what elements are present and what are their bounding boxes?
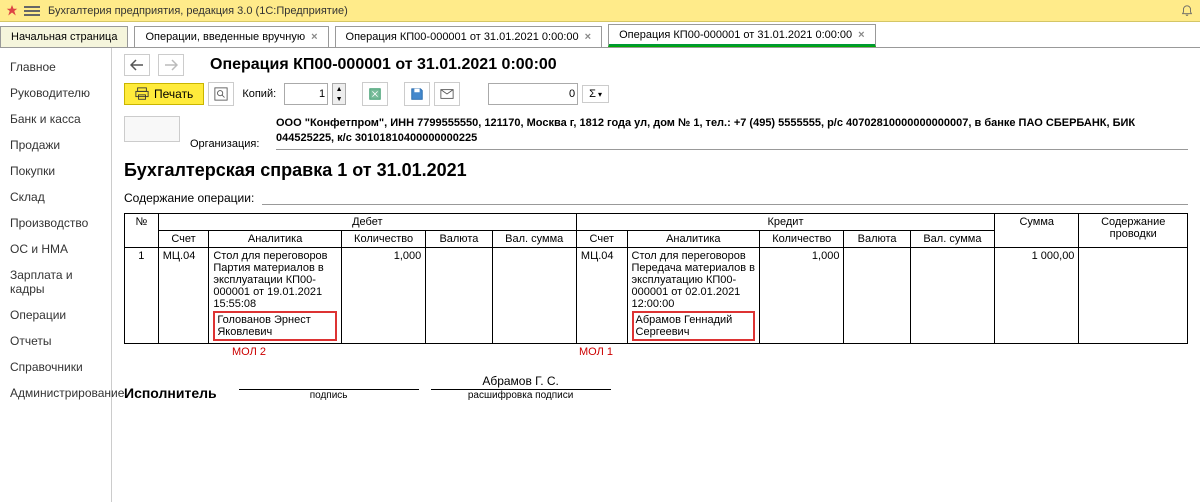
cell-c-qty: 1,000 — [760, 247, 844, 343]
cell-sum: 1 000,00 — [995, 247, 1079, 343]
close-icon[interactable]: × — [311, 31, 317, 43]
sidebar-item-admin[interactable]: Администрирование — [0, 380, 111, 406]
col-d-valsum: Вал. сумма — [492, 230, 576, 247]
sidebar-item-reports[interactable]: Отчеты — [0, 328, 111, 354]
cell-d-currency — [426, 247, 492, 343]
content-value-line — [262, 191, 1188, 205]
col-credit: Кредит — [576, 213, 994, 230]
app-title: Бухгалтерия предприятия, редакция 3.0 (1… — [48, 5, 348, 17]
org-value: ООО "Конфетпром", ИНН 7799555550, 121170… — [276, 116, 1188, 150]
cell-d-acct: МЦ.04 — [158, 247, 209, 343]
cell-c-acct: МЦ.04 — [576, 247, 627, 343]
col-d-qty: Количество — [341, 230, 425, 247]
spin-down-icon[interactable]: ▼ — [333, 94, 345, 104]
close-icon[interactable]: × — [585, 31, 591, 43]
tab-operations-manual[interactable]: Операции, введенные вручную × — [134, 26, 328, 47]
table-row[interactable]: 1 МЦ.04 Стол для переговоров Партия мате… — [125, 247, 1188, 343]
tab-operation-1[interactable]: Операция КП00-000001 от 31.01.2021 0:00:… — [335, 26, 603, 47]
preview-button[interactable] — [208, 82, 234, 106]
tabbar: Начальная страница Операции, введенные в… — [0, 22, 1200, 48]
sidebar-item-directories[interactable]: Справочники — [0, 354, 111, 380]
entries-table: № Дебет Кредит Сумма Содержание проводки… — [124, 213, 1188, 344]
email-button[interactable] — [434, 82, 460, 106]
content-field: Содержание операции: — [124, 191, 1188, 205]
col-content: Содержание проводки — [1079, 213, 1188, 247]
sidebar-item-warehouse[interactable]: Склад — [0, 184, 111, 210]
sigma-button[interactable]: Σ ▾ — [582, 85, 609, 103]
signature-caption: подпись — [239, 390, 419, 401]
copies-input[interactable] — [284, 83, 328, 105]
forward-button[interactable] — [158, 54, 184, 76]
org-label: Организация: — [190, 136, 268, 150]
col-d-currency: Валюта — [426, 230, 492, 247]
col-debit: Дебет — [158, 213, 576, 230]
content-area: Операция КП00-000001 от 31.01.2021 0:00:… — [112, 48, 1200, 502]
tab-operation-2-active[interactable]: Операция КП00-000001 от 31.01.2021 0:00:… — [608, 24, 876, 47]
sidebar-item-sales[interactable]: Продажи — [0, 132, 111, 158]
col-sum: Сумма — [995, 213, 1079, 247]
name-line: Абрамов Г. С. — [431, 374, 611, 390]
mol1-label: МОЛ 1 — [541, 346, 651, 358]
executor-title: Исполнитель — [124, 385, 217, 401]
cell-c-currency — [844, 247, 910, 343]
col-num: № — [125, 213, 159, 247]
col-d-acct: Счет — [158, 230, 209, 247]
content-label: Содержание операции: — [124, 191, 254, 205]
col-c-analytics: Аналитика — [627, 230, 760, 247]
sum-display[interactable] — [488, 83, 578, 105]
cell-num: 1 — [125, 247, 159, 343]
bell-icon[interactable] — [1180, 4, 1194, 18]
sidebar-item-assets[interactable]: ОС и НМА — [0, 236, 111, 262]
titlebar: Бухгалтерия предприятия, редакция 3.0 (1… — [0, 0, 1200, 22]
col-c-currency: Валюта — [844, 230, 910, 247]
sidebar-item-operations[interactable]: Операции — [0, 302, 111, 328]
copies-spinner[interactable]: ▲ ▼ — [332, 83, 346, 105]
print-button[interactable]: Печать — [124, 83, 204, 105]
sidebar-item-production[interactable]: Производство — [0, 210, 111, 236]
debit-person-highlight: Голованов Эрнест Яковлевич — [213, 311, 337, 341]
name-caption: расшифровка подписи — [431, 390, 611, 401]
col-c-acct: Счет — [576, 230, 627, 247]
cell-c-valsum — [910, 247, 994, 343]
org-row: Организация: ООО "Конфетпром", ИНН 77995… — [124, 116, 1188, 150]
spin-up-icon[interactable]: ▲ — [333, 84, 345, 94]
export-button[interactable] — [362, 82, 388, 106]
cell-d-valsum — [492, 247, 576, 343]
sidebar-item-payroll[interactable]: Зарплата и кадры — [0, 262, 111, 302]
cell-content — [1079, 247, 1188, 343]
back-button[interactable] — [124, 54, 150, 76]
cell-d-analytics: Стол для переговоров Партия материалов в… — [209, 247, 342, 343]
sidebar-item-main[interactable]: Главное — [0, 54, 111, 80]
credit-person-highlight: Абрамов Геннадий Сергеевич — [632, 311, 756, 341]
cell-c-analytics: Стол для переговоров Передача материалов… — [627, 247, 760, 343]
star-icon[interactable] — [6, 5, 18, 17]
save-button[interactable] — [404, 82, 430, 106]
executor-row: Исполнитель подпись Абрамов Г. С. расшиф… — [124, 374, 1188, 401]
toolbar: Печать Копий: ▲ ▼ — [124, 82, 1188, 106]
tab-home[interactable]: Начальная страница — [0, 26, 128, 47]
sidebar-item-bank[interactable]: Банк и касса — [0, 106, 111, 132]
signature-line — [239, 374, 419, 390]
col-d-analytics: Аналитика — [209, 230, 342, 247]
copies-label: Копий: — [242, 88, 276, 100]
page-title: Операция КП00-000001 от 31.01.2021 0:00:… — [210, 56, 557, 74]
menu-icon[interactable] — [24, 3, 40, 19]
col-c-valsum: Вал. сумма — [910, 230, 994, 247]
sidebar-item-manager[interactable]: Руководителю — [0, 80, 111, 106]
col-c-qty: Количество — [760, 230, 844, 247]
cell-d-qty: 1,000 — [341, 247, 425, 343]
sidebar-item-purchases[interactable]: Покупки — [0, 158, 111, 184]
close-icon[interactable]: × — [858, 29, 864, 41]
org-image-placeholder — [124, 116, 180, 142]
document-heading: Бухгалтерская справка 1 от 31.01.2021 — [124, 160, 1188, 181]
mol2-label: МОЛ 2 — [194, 346, 304, 358]
printer-icon — [135, 87, 149, 101]
sidebar: Главное Руководителю Банк и касса Продаж… — [0, 48, 112, 502]
